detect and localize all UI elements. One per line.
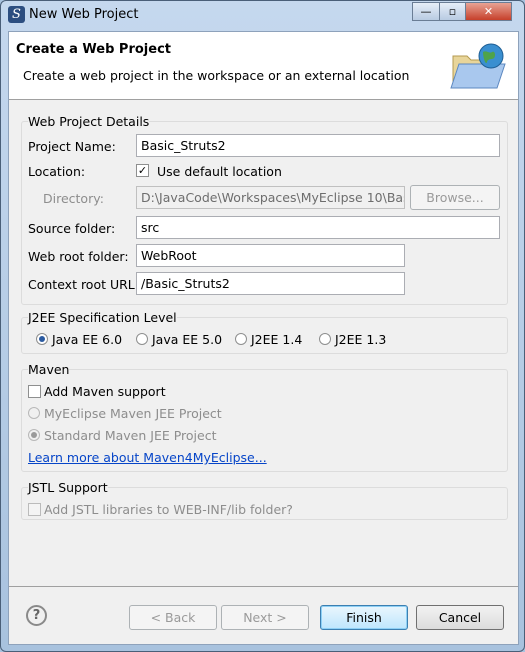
radio-label: Java EE 6.0 [52,332,123,347]
project-name-input[interactable]: Basic_Struts2 [136,134,500,157]
add-maven-support-label: Add Maven support [44,384,166,399]
wizard-header: Create a Web Project Create a web projec… [9,32,518,100]
radio-label: Java EE 5.0 [152,332,223,347]
add-jstl-label: Add JSTL libraries to WEB-INF/lib folder… [44,502,293,517]
dialog-client: Create a Web Project Create a web projec… [8,31,519,645]
directory-input[interactable]: D:\JavaCode\Workspaces\MyEclipse 10\Basi… [136,186,405,209]
back-button[interactable]: < Back [129,605,217,630]
add-maven-support-checkbox[interactable] [28,385,41,398]
use-default-location-label: Use default location [157,164,282,179]
context-root-label: Context root URL: [28,277,139,292]
radio-j2ee-1-3[interactable] [319,333,331,345]
project-name-label: Project Name: [28,139,116,154]
radio-java-ee-5[interactable] [136,333,148,345]
next-button[interactable]: Next > [221,605,309,630]
group-label: J2EE Specification Level [28,310,177,325]
folder-globe-icon [450,43,506,89]
use-default-location-checkbox[interactable]: ✓ [136,164,149,177]
page-title: Create a Web Project [16,42,171,57]
web-root-label: Web root folder: [28,249,129,264]
app-icon: S [8,6,25,23]
context-root-input[interactable]: /Basic_Struts2 [136,272,405,295]
minimize-button[interactable]: — [412,2,440,21]
group-label: Maven [28,362,70,377]
radio-standard-maven[interactable] [28,429,40,441]
source-folder-label: Source folder: [28,221,116,236]
radio-label: Standard Maven JEE Project [44,428,217,443]
directory-label: Directory: [43,191,104,206]
location-label: Location: [28,164,86,179]
dialog-window: S New Web Project — ▫ ✕ Create a Web Pro… [0,0,525,652]
radio-label: J2EE 1.4 [251,332,303,347]
radio-j2ee-1-4[interactable] [235,333,247,345]
group-label: JSTL Support [28,480,108,495]
footer-divider [9,586,518,587]
web-root-input[interactable]: WebRoot [136,244,405,267]
learn-more-maven-link[interactable]: Learn more about Maven4MyEclipse... [28,450,267,465]
maximize-button[interactable]: ▫ [439,2,466,21]
add-jstl-checkbox[interactable] [28,503,41,516]
group-label: Web Project Details [28,114,150,129]
cancel-button[interactable]: Cancel [416,605,504,630]
finish-button[interactable]: Finish [320,605,408,630]
radio-java-ee-6[interactable] [36,333,48,345]
help-icon[interactable]: ? [26,605,47,626]
radio-myeclipse-maven[interactable] [28,407,40,419]
radio-label: MyEclipse Maven JEE Project [44,406,222,421]
source-folder-input[interactable]: src [136,216,500,239]
close-button[interactable]: ✕ [465,2,512,21]
window-title: New Web Project [29,7,139,22]
browse-button[interactable]: Browse... [410,185,500,210]
radio-label: J2EE 1.3 [335,332,387,347]
page-description: Create a web project in the workspace or… [23,68,410,83]
